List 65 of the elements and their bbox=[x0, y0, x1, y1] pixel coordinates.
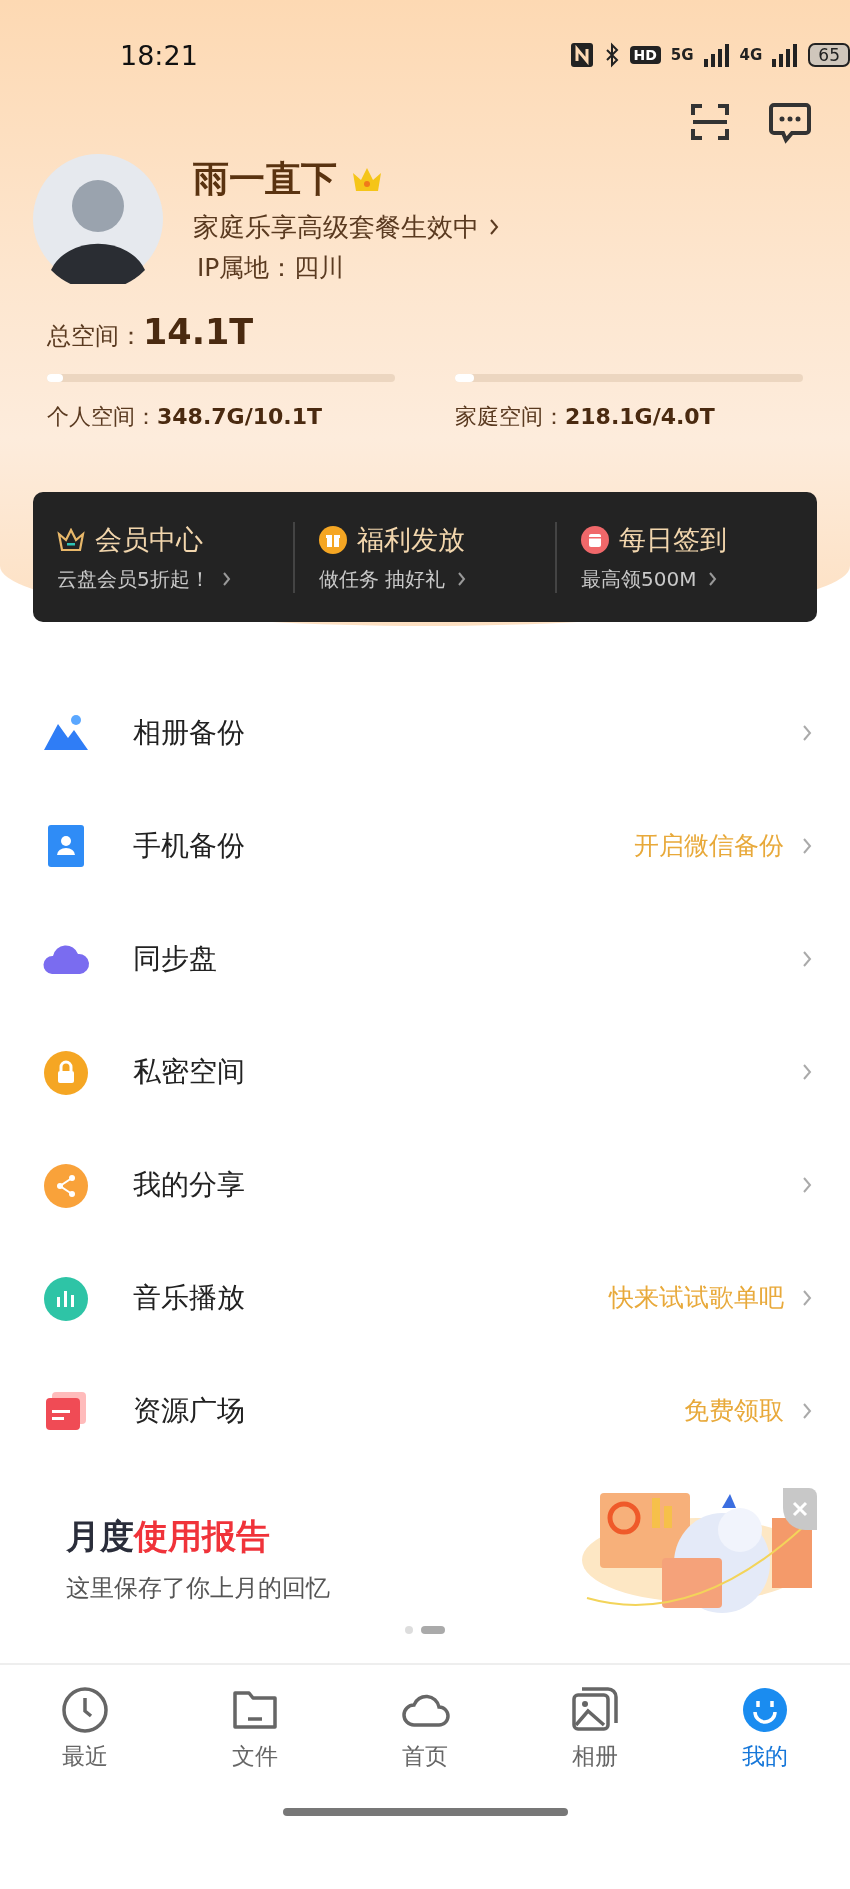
lock-icon bbox=[42, 1048, 90, 1095]
tab[interactable]: 我的 bbox=[680, 1665, 850, 1783]
battery-level: 65 bbox=[808, 43, 850, 67]
avatar[interactable] bbox=[33, 154, 163, 284]
user-name: 雨一直下 bbox=[193, 156, 337, 201]
calendar-icon bbox=[581, 525, 609, 554]
crown-icon bbox=[57, 527, 85, 552]
chevron-icon bbox=[221, 571, 231, 587]
image-icon bbox=[570, 1685, 620, 1733]
space-label: 个人空间： bbox=[47, 403, 157, 431]
report-banner[interactable]: 月度使用报告 这里保存了你上月的回忆 bbox=[0, 1467, 850, 1616]
chevron-icon bbox=[802, 1401, 812, 1420]
hd-indicator: HD bbox=[629, 46, 661, 64]
scan-icon[interactable] bbox=[690, 102, 730, 142]
banner-title: 月度使用报告 bbox=[66, 1515, 271, 1558]
clock-icon bbox=[60, 1685, 110, 1733]
menu-item[interactable]: 音乐播放 快来试试歌单吧 bbox=[0, 1241, 850, 1354]
page-dot[interactable] bbox=[405, 1626, 413, 1634]
network-type: 5G bbox=[670, 46, 694, 64]
promo-subtitle: 做任务 抽好礼 bbox=[319, 565, 446, 593]
signal-icon bbox=[772, 43, 799, 67]
menu-item[interactable]: 我的分享 bbox=[0, 1128, 850, 1241]
chevron-icon bbox=[489, 218, 499, 236]
menu-item[interactable]: 私密空间 bbox=[0, 1015, 850, 1128]
smiley-icon bbox=[740, 1685, 790, 1733]
ip-location: IP属地：四川 bbox=[196, 251, 346, 284]
close-icon bbox=[791, 1500, 809, 1518]
promo-title[interactable]: 每日签到 bbox=[619, 521, 727, 558]
chevron-icon bbox=[802, 723, 812, 742]
network-type: 4G bbox=[739, 46, 763, 64]
space-value: 348.7G/10.1T bbox=[157, 404, 322, 429]
bluetooth-icon bbox=[603, 42, 620, 68]
message-icon[interactable] bbox=[768, 102, 812, 144]
close-button[interactable] bbox=[783, 1488, 817, 1530]
bar-chart-icon bbox=[42, 1274, 90, 1321]
promo-title[interactable]: 福利发放 bbox=[357, 521, 465, 558]
share-icon bbox=[42, 1161, 90, 1208]
chevron-icon bbox=[802, 1062, 812, 1081]
signal-icon bbox=[703, 43, 730, 67]
menu-item[interactable]: 相册备份 bbox=[0, 676, 850, 789]
space-value: 218.1G/4.0T bbox=[565, 404, 715, 429]
tab[interactable]: 相册 bbox=[510, 1665, 680, 1783]
total-space-value: 14.1T bbox=[143, 312, 254, 352]
chevron-icon bbox=[802, 836, 812, 855]
status-time: 18:21 bbox=[120, 39, 199, 71]
total-space-label: 总空间： bbox=[47, 321, 143, 352]
chevron-icon bbox=[457, 571, 467, 587]
promo-subtitle: 最高领500M bbox=[581, 565, 697, 593]
menu-item[interactable]: 同步盘 bbox=[0, 902, 850, 1015]
promo-title[interactable]: 会员中心 bbox=[95, 521, 203, 558]
menu-item[interactable]: 手机备份 开启微信备份 bbox=[0, 789, 850, 902]
chevron-icon bbox=[802, 949, 812, 968]
promo-subtitle: 云盘会员5折起！ bbox=[57, 565, 210, 593]
chevron-icon bbox=[802, 1288, 812, 1307]
tab[interactable]: 文件 bbox=[170, 1665, 340, 1783]
plan-status-link[interactable]: 家庭乐享高级套餐生效中 bbox=[193, 209, 499, 245]
tab[interactable]: 首页 bbox=[340, 1665, 510, 1783]
chevron-icon bbox=[802, 1175, 812, 1194]
gift-icon bbox=[319, 525, 347, 554]
menu-item[interactable]: 资源广场 免费领取 bbox=[0, 1354, 850, 1467]
banner-subtitle: 这里保存了你上月的回忆 bbox=[66, 1573, 330, 1604]
space-label: 家庭空间： bbox=[455, 403, 565, 431]
tab[interactable]: 最近 bbox=[0, 1665, 170, 1783]
nfc-icon bbox=[569, 42, 594, 68]
chevron-icon bbox=[708, 571, 718, 587]
